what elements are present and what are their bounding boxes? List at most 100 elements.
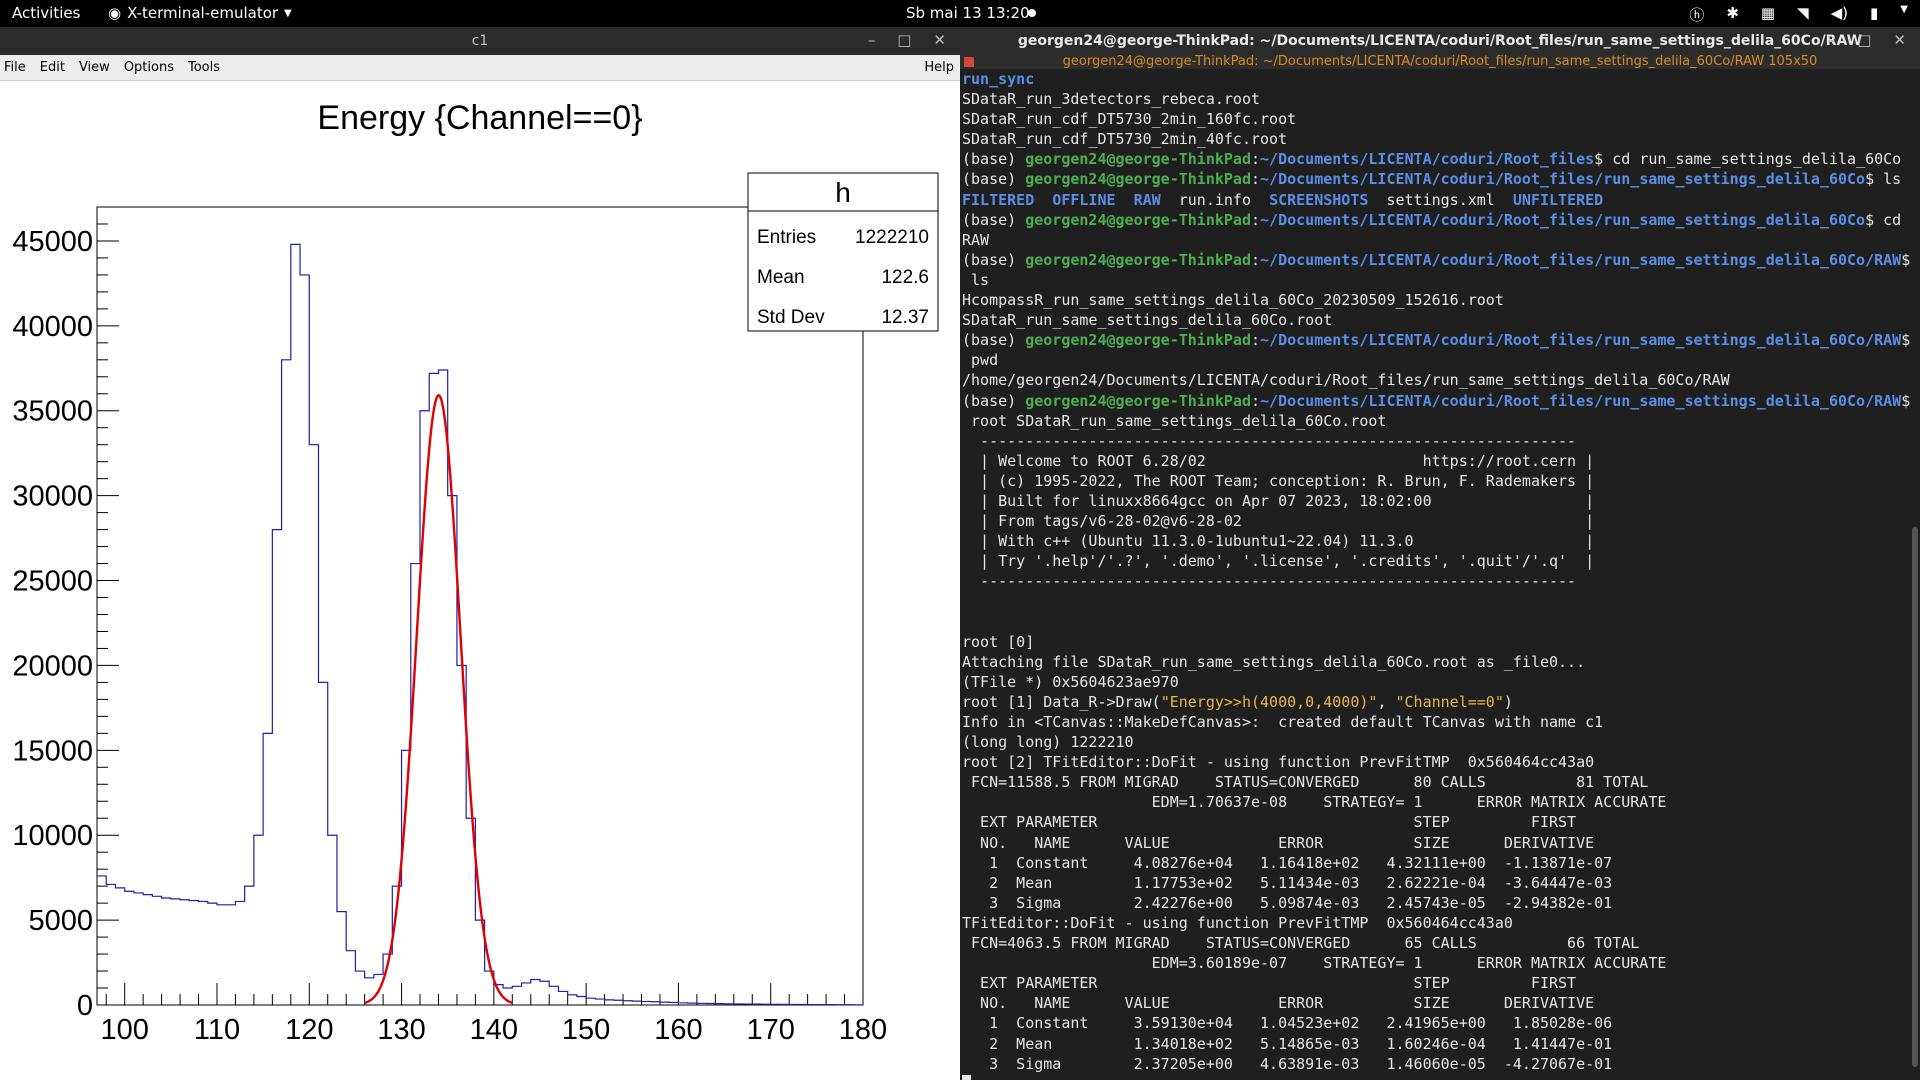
close-icon[interactable]: ✕	[933, 31, 946, 49]
terminal-line: 1 Constant 4.08276e+04 1.16418e+02 4.321…	[962, 853, 1920, 873]
terminal-text: $	[1901, 250, 1911, 269]
terminal-text: :	[1251, 250, 1261, 269]
histogram-series	[97, 243, 863, 1006]
terminal-text: SDataR_run_3detectors_rebeca.root	[962, 90, 1261, 109]
terminal-text: RAW	[1133, 190, 1161, 209]
canvas-area[interactable]: Energy {Channel==0} 100 110 120 130 140 150 160…	[0, 81, 960, 1080]
close-icon[interactable]: ✕	[1893, 31, 1906, 49]
volume-icon[interactable]: ◀)	[1831, 4, 1848, 25]
y-tick-label: 10000	[12, 820, 93, 852]
terminal-text: georgen24@george-ThinkPad	[1025, 150, 1251, 169]
terminal-line: Attaching file SDataR_run_same_settings_…	[962, 652, 1920, 672]
system-tray[interactable]: ⓗ ✱ ▦ ◥ ◀) ▮ ▼	[1689, 4, 1908, 25]
terminal-text: Attaching file SDataR_run_same_settings_…	[962, 652, 1586, 671]
x-tick-label: 110	[194, 1014, 240, 1046]
terminal-text: "Channel==0"	[1395, 692, 1504, 711]
terminal-text: $ cd run_same_settings_delila_60Co	[1594, 150, 1902, 169]
terminal-line: root [2] TFitEditor::DoFit - using funct…	[962, 752, 1920, 772]
terminal-line: FCN=4063.5 FROM MIGRAD STATUS=CONVERGED …	[962, 933, 1920, 953]
root-window-titlebar[interactable]: c1 – □ ✕	[0, 27, 960, 55]
maximize-icon[interactable]: □	[897, 31, 911, 49]
terminal-title: georgen24@george-ThinkPad: ~/Documents/L…	[1017, 33, 1863, 49]
menu-tools[interactable]: Tools	[188, 60, 220, 75]
clock[interactable]: Sb mai 13 13:20	[906, 4, 1030, 22]
stats-label: Mean	[757, 267, 805, 288]
stats-value: 12.37	[881, 307, 929, 328]
terminal-line: EXT PARAMETER STEP FIRST	[962, 973, 1920, 993]
x-tick-label: 180	[839, 1014, 887, 1046]
power-menu-chevron-icon[interactable]: ▼	[1900, 4, 1908, 25]
app-menu[interactable]: ◉ X-terminal-emulator ▼	[108, 4, 292, 22]
terminal-line: FILTERED OFFLINE RAW run.info SCREENSHOT…	[962, 190, 1920, 210]
terminal-line: run_sync	[962, 69, 1920, 89]
terminal-line: 1 Constant 3.59130e+04 1.04523e+02 2.419…	[962, 1013, 1920, 1033]
maximize-icon[interactable]: □	[1857, 31, 1871, 49]
terminal-scrollbar[interactable]	[1912, 527, 1918, 1067]
terminal-line: root [1] Data_R->Draw("Energy>>h(4000,0,…	[962, 692, 1920, 712]
terminal-text: SCREENSHOTS	[1269, 190, 1369, 209]
terminal-text: SDataR_run_same_settings_delila_60Co.roo…	[962, 311, 1333, 330]
hp-icon[interactable]: ⓗ	[1689, 4, 1704, 25]
activities-button[interactable]: Activities	[12, 4, 80, 22]
terminal-titlebar[interactable]: georgen24@george-ThinkPad: ~/Documents/L…	[960, 27, 1920, 55]
energy-histogram-chart[interactable]: Energy {Channel==0} 100 110 120 130 140 150 160…	[0, 81, 958, 1080]
terminal-text: (base)	[962, 391, 1026, 410]
terminal-text: (base)	[962, 210, 1026, 229]
terminal-text: 2 Mean 1.34018e+02 5.14865e-03 1.60246e-…	[962, 1034, 1613, 1053]
terminal-text: UNFILTERED	[1512, 190, 1604, 209]
terminal-text: :	[1251, 331, 1261, 350]
keyboard-icon[interactable]: ▦	[1761, 4, 1775, 25]
terminal-line: | (c) 1995-2022, The ROOT Team; concepti…	[962, 471, 1920, 491]
terminal-line: RAW	[962, 230, 1920, 250]
menu-edit[interactable]: Edit	[40, 60, 65, 75]
y-tick-label: 35000	[12, 396, 93, 428]
x-tick-label: 160	[654, 1014, 702, 1046]
terminal-line: TFitEditor::DoFit - using function PrevF…	[962, 913, 1920, 933]
terminal-text: OFFLINE	[1052, 190, 1116, 209]
terminal-output[interactable]: run_sync SDataR_run_3detectors_rebeca.roo…	[962, 69, 1920, 1080]
terminal-text: settings.xml	[1368, 190, 1513, 209]
terminal-line: | Welcome to ROOT 6.28/02 https://root.c…	[962, 451, 1920, 471]
terminal-text: :	[1251, 150, 1261, 169]
terminal-text: $ cd	[1865, 210, 1902, 229]
terminal-text: georgen24@george-ThinkPad	[1025, 210, 1251, 229]
terminal-text: georgen24@george-ThinkPad	[1025, 170, 1251, 189]
terminal-prompt-line[interactable]	[962, 1074, 1920, 1080]
terminal-line: (base) georgen24@george-ThinkPad:~/Docum…	[962, 149, 1920, 169]
terminal-line: (base) georgen24@george-ThinkPad:~/Docum…	[962, 330, 1920, 350]
terminal-text: TFitEditor::DoFit - using function PrevF…	[962, 913, 1513, 932]
minimize-icon[interactable]: –	[868, 31, 876, 49]
y-tick-label: 40000	[12, 311, 93, 343]
terminal-text: (long long) 1222210	[962, 733, 1134, 752]
terminal-text: georgen24@george-ThinkPad	[1025, 391, 1251, 410]
battery-icon[interactable]: ▮	[1870, 4, 1878, 25]
terminal-text: )	[1503, 692, 1513, 711]
terminal-text: SDataR_run_cdf_DT5730_2min_160fc.root	[962, 110, 1297, 129]
terminal-text: ~/Documents/LICENTA/coduri/Root_files/ru…	[1260, 331, 1902, 350]
terminal-text: RAW	[962, 230, 990, 249]
y-tick-label: 25000	[12, 566, 93, 598]
terminal-text: ~/Documents/LICENTA/coduri/Root_files/ru…	[1260, 210, 1866, 229]
terminal-text: $	[1901, 331, 1911, 350]
terminal-line: ----------------------------------------…	[962, 431, 1920, 451]
menu-view[interactable]: View	[79, 60, 110, 75]
terminal-text: 1 Constant 4.08276e+04 1.16418e+02 4.321…	[962, 853, 1613, 872]
terminal-line: FCN=11588.5 FROM MIGRAD STATUS=CONVERGED…	[962, 772, 1920, 792]
terminal-text: EDM=1.70637e-08 STRATEGY= 1 ERROR MATRIX…	[962, 793, 1667, 812]
minimize-icon[interactable]: –	[1828, 31, 1836, 49]
menu-options[interactable]: Options	[124, 60, 174, 75]
notification-dot-icon	[1028, 9, 1036, 17]
menu-file[interactable]: File	[4, 60, 26, 75]
stats-value: 1222210	[855, 227, 929, 248]
terminal-text: 3 Sigma 2.42276e+00 5.09874e-03 2.45743e…	[962, 893, 1613, 912]
terminal-text: ~/Documents/LICENTA/coduri/Root_files	[1260, 150, 1595, 169]
teams-icon[interactable]: ✱	[1726, 4, 1739, 25]
terminal-line: NO. NAME VALUE ERROR SIZE DERIVATIVE	[962, 833, 1920, 853]
terminal-text: HcompassR_run_same_settings_delila_60Co_…	[962, 291, 1504, 310]
y-tick-label: 0	[77, 990, 93, 1022]
terminal-line: (base) georgen24@george-ThinkPad:~/Docum…	[962, 250, 1920, 270]
wifi-icon[interactable]: ◥	[1797, 4, 1809, 25]
terminal-line: NO. NAME VALUE ERROR SIZE DERIVATIVE	[962, 993, 1920, 1013]
menu-help[interactable]: Help	[924, 60, 954, 75]
